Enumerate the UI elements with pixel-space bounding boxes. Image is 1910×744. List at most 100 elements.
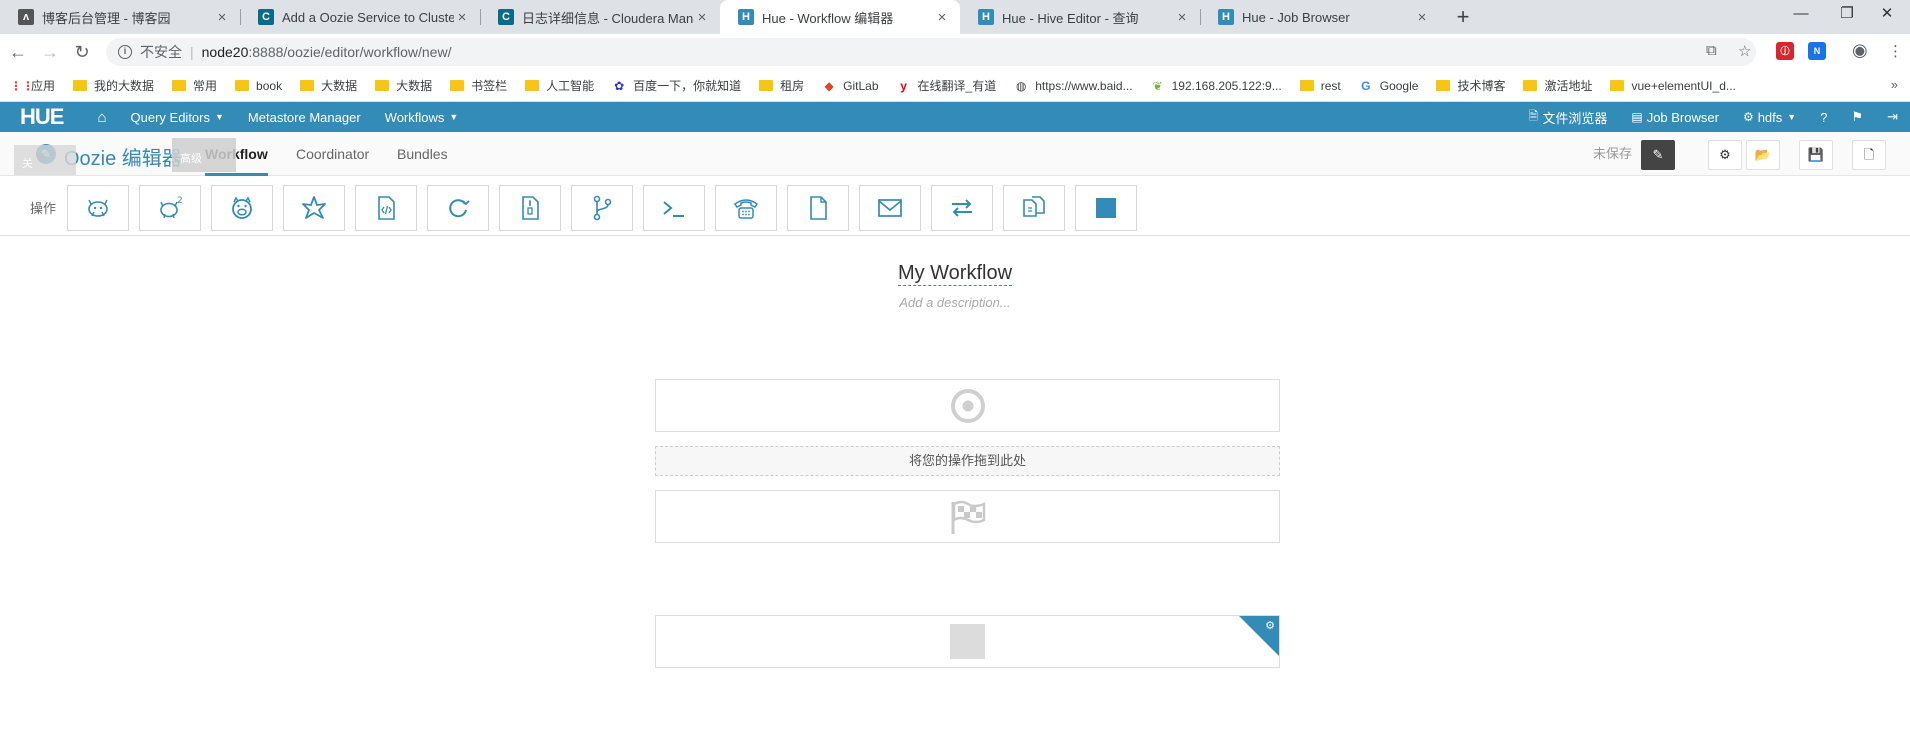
fs-action-icon <box>810 196 827 220</box>
java-action[interactable] <box>355 185 417 231</box>
bookmark-item[interactable]: 书签栏 <box>450 77 507 94</box>
globe-icon: ◍ <box>1015 78 1027 93</box>
leaf-icon: ❦ <box>1152 78 1163 93</box>
shell-action[interactable] <box>643 185 705 231</box>
baidu-icon: ✿ <box>614 78 625 93</box>
bookmark-item[interactable]: 我的大数据 <box>73 77 154 94</box>
browser-tab[interactable]: ᴧ 博客后台管理 - 博客园 × <box>0 0 240 34</box>
bookmark-item[interactable]: ◆ GitLab <box>822 79 879 93</box>
kill-node-action[interactable] <box>1075 185 1137 231</box>
tab-bundles[interactable]: Bundles <box>397 132 448 176</box>
forward-button[interactable]: → <box>38 40 62 64</box>
profile-avatar-icon[interactable]: ◉ <box>1852 40 1868 61</box>
nav-metastore-manager[interactable]: Metastore Manager <box>248 110 361 125</box>
reload-button[interactable]: ↻ <box>70 40 94 64</box>
bookmark-item[interactable]: 人工智能 <box>525 77 594 94</box>
browser-tab[interactable]: H Hue - Job Browser × <box>1200 0 1440 34</box>
action-dropzone[interactable]: 将您的操作拖到此处 <box>655 446 1280 476</box>
pig-action[interactable] <box>211 185 273 231</box>
kill-node[interactable]: ⚙ <box>655 615 1280 668</box>
bookmark-item[interactable]: y 在线翻译_有道 <box>897 77 996 94</box>
bookmark-item[interactable]: ⋮⋮ 应用 <box>10 77 55 94</box>
start-node[interactable] <box>655 379 1280 432</box>
nav-right-item[interactable]: ▤ Job Browser <box>1631 110 1719 125</box>
back-button[interactable]: ← <box>6 40 30 64</box>
extension-red-icon[interactable]: ⓙ <box>1776 42 1794 60</box>
editor-title: Oozie 编辑器 <box>64 148 182 170</box>
mapreduce-jar-action-icon <box>522 196 539 220</box>
bookmark-label: 激活地址 <box>1544 79 1593 93</box>
browser-tab[interactable]: C 日志详细信息 - Cloudera Manager× <box>480 0 720 34</box>
minimize-button[interactable]: — <box>1778 0 1824 30</box>
save-button[interactable]: 💾 <box>1799 140 1833 170</box>
hive2-action[interactable]: 2 <box>139 185 201 231</box>
fork-action[interactable] <box>571 185 633 231</box>
translate-icon[interactable]: ⧉ <box>1706 42 1717 59</box>
workflow-name[interactable]: My Workflow <box>0 262 1910 286</box>
bookmark-item[interactable]: ◍ https://www.baid... <box>1014 78 1133 93</box>
gears-icon[interactable]: ⚙ <box>1265 619 1275 632</box>
browser-tab[interactable]: H Hue - Workflow 编辑器 × <box>720 0 960 34</box>
bookmark-item[interactable]: ✿ 百度一下，你就知道 <box>612 77 741 94</box>
bookmark-item[interactable]: vue+elementUI_d... <box>1610 78 1736 93</box>
flag-icon[interactable]: ⚑ <box>1851 109 1863 125</box>
info-icon[interactable]: i <box>118 45 132 59</box>
tab-coordinator[interactable]: Coordinator <box>296 132 369 176</box>
bookmarks-overflow-icon[interactable]: » <box>1891 77 1898 92</box>
bookmark-item[interactable]: 激活地址 <box>1523 77 1592 94</box>
bookmark-item[interactable]: 大数据 <box>300 77 357 94</box>
browser-menu-icon[interactable]: ⋮ <box>1888 42 1903 60</box>
new-document-button[interactable]: 🗋 <box>1852 140 1886 170</box>
bookmark-item[interactable]: 常用 <box>172 77 217 94</box>
help-icon[interactable]: ? <box>1820 110 1827 125</box>
tab-title: Hue - Hive Editor - 查询 <box>1002 10 1139 26</box>
edit-button[interactable]: ✎ <box>1641 140 1675 170</box>
distcp-action[interactable] <box>931 185 993 231</box>
bookmark-item[interactable]: rest <box>1299 79 1341 93</box>
browser-tab[interactable]: H Hue - Hive Editor - 查询 × <box>960 0 1200 34</box>
tab-close-icon[interactable]: × <box>1414 9 1430 26</box>
tab-close-icon[interactable]: × <box>214 9 230 26</box>
nav-right-item[interactable]: 🗎 文件浏览器 <box>1529 107 1608 128</box>
settings-button[interactable]: ⚙ <box>1708 140 1742 170</box>
new-tab-button[interactable]: + <box>1450 4 1476 30</box>
bookmark-label: 百度一下，你就知道 <box>633 79 742 93</box>
hive-action[interactable] <box>67 185 129 231</box>
hue-logo[interactable]: HUE <box>20 104 64 130</box>
workflow-description[interactable]: Add a description... <box>0 295 1910 310</box>
logout-icon[interactable]: ⇥ <box>1887 109 1898 125</box>
nav-workflows[interactable]: Workflows ▼ <box>385 110 459 125</box>
nav-right-item[interactable]: ⚙ hdfs ▼ <box>1743 110 1796 125</box>
home-icon[interactable]: ⌂ <box>97 109 106 126</box>
tab-close-icon[interactable]: × <box>454 9 470 26</box>
tab-close-icon[interactable]: × <box>694 9 710 26</box>
ssh-action[interactable] <box>715 185 777 231</box>
tab-close-icon[interactable]: × <box>934 9 950 26</box>
browser-tab[interactable]: C Add a Oozie Service to Cluster × <box>240 0 480 34</box>
bookmark-item[interactable]: ❦ 192.168.205.122:9... <box>1151 79 1282 93</box>
spark-action[interactable] <box>283 185 345 231</box>
email-action[interactable] <box>859 185 921 231</box>
tab-close-icon[interactable]: × <box>1174 9 1190 26</box>
fs-action[interactable] <box>787 185 849 231</box>
bookmark-item[interactable]: book <box>235 79 282 93</box>
browser-tabstrip: ᴧ 博客后台管理 - 博客园 × C Add a Oozie Service to Cl… <box>0 0 1910 34</box>
bookmark-label: vue+elementUI_d... <box>1631 78 1736 93</box>
close-window-button[interactable]: ✕ <box>1864 0 1910 30</box>
subworkflow-action[interactable] <box>427 185 489 231</box>
open-folder-button[interactable]: 📂 <box>1746 140 1780 170</box>
bookmark-item[interactable]: 大数据 <box>375 77 432 94</box>
bookmark-item[interactable]: 技术博客 <box>1436 77 1505 94</box>
extension-new-icon[interactable]: N <box>1808 42 1826 60</box>
url-input[interactable]: i 不安全 | node20 :8888/oozie/editor/workfl… <box>106 38 1756 66</box>
end-node[interactable] <box>655 490 1280 543</box>
chevron-down-icon: ▼ <box>215 112 224 122</box>
url-path: :8888/oozie/editor/workflow/new/ <box>248 44 452 60</box>
mapreduce-jar-action[interactable] <box>499 185 561 231</box>
bookmark-item[interactable]: 租房 <box>759 77 804 94</box>
bookmark-label: Google <box>1379 78 1419 93</box>
bookmark-item[interactable]: G Google <box>1359 78 1419 93</box>
nav-query-editors[interactable]: Query Editors ▼ <box>131 110 224 125</box>
bookmark-star-icon[interactable]: ☆ <box>1738 42 1751 60</box>
generic-action[interactable] <box>1003 185 1065 231</box>
